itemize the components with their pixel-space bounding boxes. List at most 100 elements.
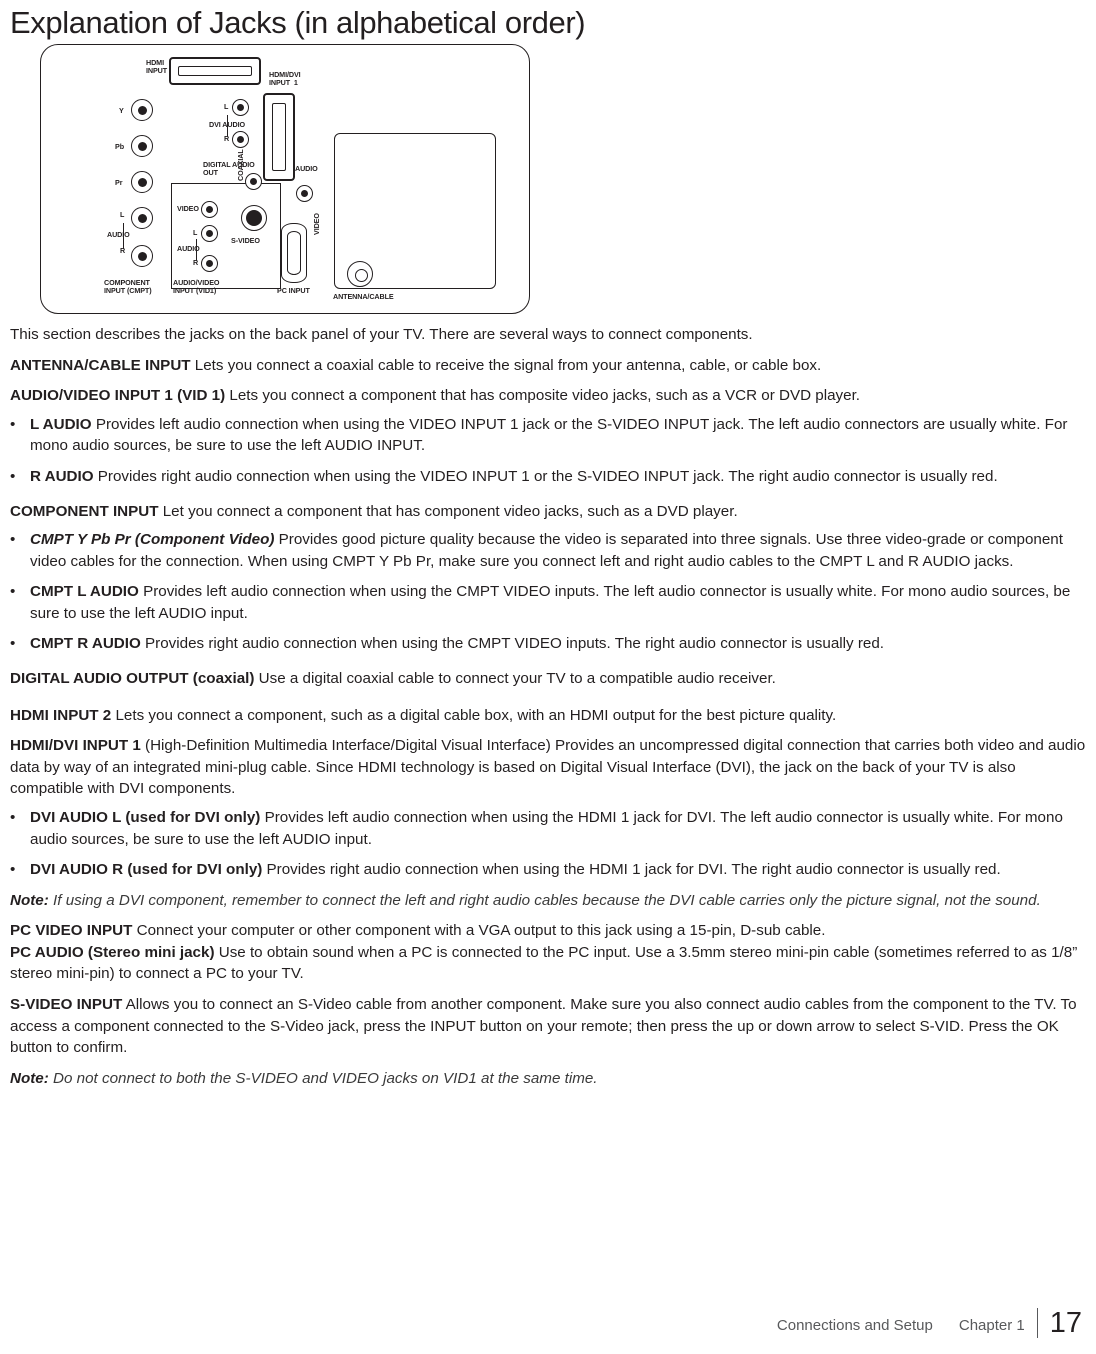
- jack-s-video: [241, 205, 267, 232]
- pc-audio-paragraph: PC AUDIO (Stereo mini jack) Use to obtai…: [10, 942, 1086, 985]
- jack-pc-vga: [281, 223, 307, 284]
- hdmi2-term: HDMI INPUT 2: [10, 706, 112, 724]
- document-page: Explanation of Jacks (in alphabetical or…: [0, 5, 1096, 1354]
- dvi-audio-r-text: Provides right audio connection when usi…: [262, 861, 1001, 879]
- label-antenna-cable: ANTENNA/CABLE: [333, 292, 394, 302]
- jack-vid1-audio-l: [201, 225, 218, 243]
- antenna-term: ANTENNA/CABLE INPUT: [10, 356, 191, 374]
- dvi-audio-l-term: DVI AUDIO L (used for DVI only): [30, 808, 261, 826]
- jack-cmpt-audio-l: [131, 207, 153, 230]
- hdmi-dvi-term: HDMI/DVI INPUT 1: [10, 737, 141, 755]
- label-hdmi-dvi-input-1: HDMI/DVI INPUT 1: [269, 70, 301, 88]
- label-vid1-audio-l: L: [193, 228, 198, 238]
- jack-dvi-audio-l: [232, 99, 249, 117]
- component-text: Let you connect a component that has com…: [158, 502, 738, 520]
- dvi-audio-r-bullet: • DVI AUDIO R (used for DVI only) Provide…: [10, 859, 1086, 881]
- label-dvi-audio-r: R: [224, 134, 230, 144]
- footer-chapter: Chapter 1: [958, 1317, 1025, 1334]
- label-cmpt-audio: AUDIO: [107, 230, 130, 240]
- vid1-group: [171, 183, 281, 290]
- label-pc-video: VIDEO: [312, 213, 321, 236]
- l-audio-term: L AUDIO: [30, 415, 92, 433]
- footer-divider: [1036, 1308, 1038, 1338]
- label-pr: Pr: [115, 178, 123, 188]
- jack-pb: [131, 135, 153, 158]
- bullet-dot: •: [10, 415, 16, 433]
- antenna-text: Lets you connect a coaxial cable to rece…: [190, 356, 822, 374]
- hdmi-input-2-port: [169, 57, 261, 86]
- pc-video-term: PC VIDEO INPUT: [10, 922, 133, 940]
- cmpt-l-text: Provides left audio connection when usin…: [30, 583, 1071, 622]
- bullet-dot: •: [10, 808, 16, 826]
- dvi-audio-r-term: DVI AUDIO R (used for DVI only): [30, 861, 263, 879]
- intro-paragraph: This section describes the jacks on the …: [10, 326, 753, 344]
- jack-pc-audio: [296, 185, 313, 203]
- l-audio-text: Provides left audio connection when usin…: [30, 415, 1068, 455]
- label-pc-input: PC INPUT: [277, 286, 310, 296]
- label-coaxial: COAXIAL: [236, 149, 245, 182]
- digital-audio-term: DIGITAL AUDIO OUTPUT (coaxial): [10, 670, 255, 688]
- back-panel-diagram: HDMI INPUT 2 HDMI/DVI INPUT 1 Y Pb Pr L …: [40, 44, 530, 315]
- dvi-audio-l-bullet: • DVI AUDIO L (used for DVI only) Provide…: [10, 807, 1086, 850]
- hdmi2-paragraph: HDMI INPUT 2 Lets you connect a componen…: [10, 705, 1086, 727]
- cmpt-r-text: Provides right audio connection when usi…: [140, 635, 884, 653]
- cmpt-r-term: CMPT R AUDIO: [30, 635, 141, 653]
- s-video-text: Allows you to connect an S-Video cable f…: [10, 995, 1077, 1057]
- component-term: COMPONENT INPUT: [10, 502, 159, 520]
- label-s-video: S-VIDEO: [231, 236, 260, 246]
- hdmi-dvi-text: (High-Definition Multimedia Interface/Di…: [10, 737, 1086, 798]
- label-component-input: COMPONENT INPUT (CMPT): [104, 278, 152, 296]
- note-s-video: Note: Do not connect to both the S-VIDEO…: [10, 1068, 1086, 1090]
- footer-section: Connections and Setup: [776, 1317, 933, 1334]
- bullet-dot: •: [10, 467, 16, 485]
- s-video-paragraph: S-VIDEO INPUT Allows you to connect an S…: [10, 994, 1086, 1059]
- note-label: Note:: [10, 1069, 49, 1087]
- note-dvi: Note: If using a DVI component, remember…: [10, 890, 1086, 912]
- jack-dvi-audio-r: [232, 131, 249, 149]
- jack-cmpt-audio-r: [131, 245, 153, 268]
- r-audio-term: R AUDIO: [30, 467, 94, 485]
- pc-audio-term: PC AUDIO (Stereo mini jack): [10, 943, 215, 961]
- jack-pr: [131, 171, 153, 194]
- label-pb: Pb: [115, 142, 124, 152]
- jack-vid1-audio-r: [201, 255, 218, 273]
- note-label: Note:: [10, 891, 49, 909]
- page-title: Explanation of Jacks (in alphabetical or…: [10, 5, 586, 40]
- component-paragraph: COMPONENT INPUT Let you connect a compon…: [10, 501, 1086, 523]
- label-y: Y: [119, 106, 124, 116]
- page-number: 17: [1049, 1307, 1082, 1339]
- pc-video-text: Connect your computer or other component…: [132, 922, 826, 940]
- label-pc-audio: AUDIO: [295, 164, 318, 174]
- jack-antenna-cable: [347, 261, 373, 288]
- av-input-term: AUDIO/VIDEO INPUT 1 (VID 1): [10, 387, 226, 405]
- label-cmpt-audio-r: R: [120, 246, 126, 256]
- label-audio-video-input: AUDIO/VIDEO INPUT (VID1): [173, 278, 220, 296]
- hdmi-dvi-paragraph: HDMI/DVI INPUT 1 (High-Definition Multim…: [10, 735, 1086, 800]
- body-content: This section describes the jacks on the …: [10, 324, 1086, 1089]
- jack-vid1-video: [201, 201, 218, 219]
- note-dvi-text: If using a DVI component, remember to co…: [48, 891, 1041, 909]
- label-vid1-audio-r: R: [193, 258, 199, 268]
- back-panel-outline: HDMI INPUT 2 HDMI/DVI INPUT 1 Y Pb Pr L …: [40, 44, 530, 315]
- jack-digital-audio-coaxial: [245, 173, 262, 191]
- label-cmpt-audio-l: L: [120, 210, 125, 220]
- s-video-term: S-VIDEO INPUT: [10, 995, 123, 1013]
- jack-y: [131, 99, 153, 122]
- hdmi2-text: Lets you connect a component, such as a …: [111, 706, 837, 724]
- hdmi-dvi-input-1-port: [263, 93, 295, 182]
- pc-video-paragraph: PC VIDEO INPUT Connect your computer or …: [10, 920, 1086, 942]
- cmpt-ypbpr-term: CMPT Y Pb Pr (Component Video): [30, 531, 275, 549]
- cmpt-l-bullet: • CMPT L AUDIO Provides left audio connec…: [10, 581, 1086, 624]
- cmpt-ypbpr-bullet: • CMPT Y Pb Pr (Component Video) Provides…: [10, 529, 1086, 572]
- bullet-dot: •: [10, 531, 16, 549]
- page-footer: Connections and Setup Chapter 1 17: [0, 1308, 1096, 1338]
- note-s-video-text: Do not connect to both the S-VIDEO and V…: [48, 1069, 598, 1087]
- bullet-dot: •: [10, 861, 16, 879]
- l-audio-bullet: • L AUDIO Provides left audio connection …: [10, 414, 1086, 457]
- label-dvi-audio-l: L: [224, 102, 229, 112]
- label-vid1-video: VIDEO: [177, 204, 199, 214]
- cmpt-l-term: CMPT L AUDIO: [30, 583, 139, 601]
- digital-audio-paragraph: DIGITAL AUDIO OUTPUT (coaxial) Use a dig…: [10, 668, 1086, 690]
- av-input-paragraph: AUDIO/VIDEO INPUT 1 (VID 1) Lets you con…: [10, 385, 1086, 407]
- r-audio-text: Provides right audio connection when usi…: [93, 467, 998, 485]
